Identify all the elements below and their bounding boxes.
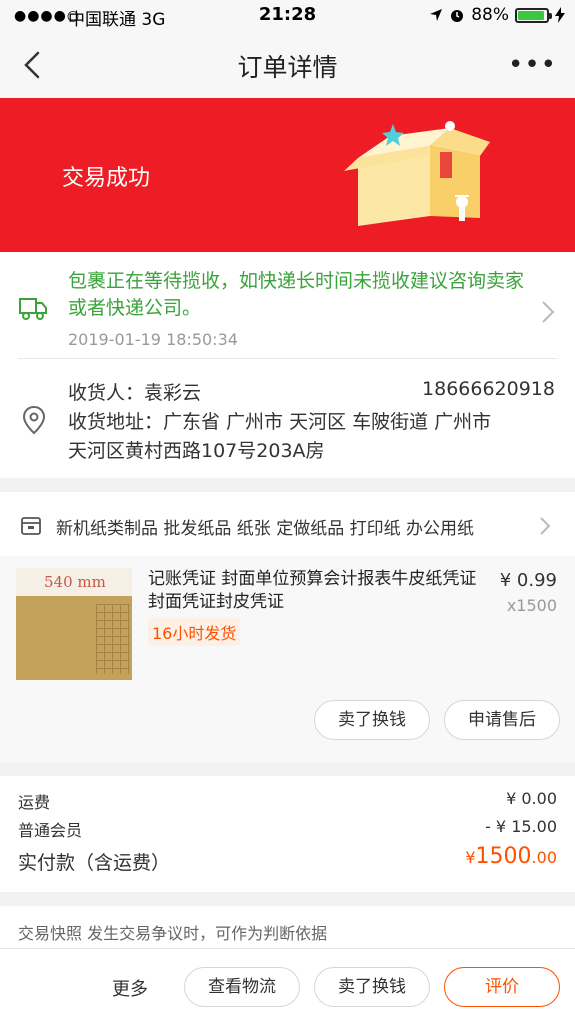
cost-summary: 运费 ¥ 0.00 普通会员 - ¥ 15.00 实付款（含运费） ¥1500.…: [0, 776, 575, 892]
rate-button[interactable]: 评价: [444, 967, 560, 1007]
status-bar: ●●●●○ 中国联通 3G 21:28 88%: [0, 0, 575, 32]
member-discount-value: - ¥ 15.00: [485, 817, 557, 836]
product-row[interactable]: 540 mm 记账凭证 封面单位预算会计报表牛皮纸凭证封面凭证封皮凭证 ¥ 0.…: [0, 556, 575, 762]
paid-amount-value: ¥1500.00: [465, 844, 557, 869]
chevron-right-icon: [542, 301, 555, 323]
thumbnail-size-text: 540 mm: [44, 573, 106, 591]
product-thumbnail[interactable]: 540 mm: [16, 568, 132, 680]
product-title: 记账凭证 封面单位预算会计报表牛皮纸凭证封面凭证封皮凭证: [148, 569, 477, 612]
divider: [18, 358, 557, 359]
address-line-1: 收货地址：广东省 广州市 天河区 车陂街道 广州市: [68, 411, 492, 433]
more-actions-button[interactable]: 更多: [112, 975, 148, 1001]
shop-icon: [21, 517, 41, 535]
sell-again-button[interactable]: 卖了换钱: [314, 967, 430, 1007]
address-line-2: 天河区黄村西路107号203A房: [68, 440, 325, 462]
battery-percent: 88%: [471, 5, 509, 25]
more-menu-button[interactable]: •••: [508, 50, 557, 80]
logistics-message: 包裹正在等待揽收，如快递长时间未揽收建议咨询卖家或者快递公司。: [68, 270, 525, 319]
shipping-fee-label: 运费: [18, 793, 51, 812]
view-logistics-button[interactable]: 查看物流: [184, 967, 300, 1007]
charging-icon: [555, 7, 565, 23]
order-status-banner: 交易成功: [0, 98, 575, 252]
paid-amount-label: 实付款（含运费）: [18, 852, 171, 874]
receiver-phone: 18666620918: [422, 378, 555, 400]
shipping-fee-value: ¥ 0.00: [506, 789, 557, 808]
product-price: ¥ 0.99: [499, 570, 557, 591]
shop-name-link[interactable]: 新机纸类制品 批发纸品 纸张 定做纸品 打印纸 办公用纸: [56, 514, 474, 539]
page-title: 订单详情: [237, 53, 338, 82]
thumbnail-grid: [96, 604, 130, 674]
paid-currency: ¥: [465, 848, 476, 867]
location-pin-icon: [22, 405, 46, 435]
location-arrow-icon: [430, 9, 443, 21]
chevron-right-icon: [540, 517, 551, 535]
paid-decimal: .00: [531, 848, 557, 867]
order-status-text: 交易成功: [62, 166, 151, 191]
receiver-name: 收货人：袁彩云: [68, 382, 202, 404]
paid-integer: 1500: [475, 844, 532, 869]
after-sale-button[interactable]: 申请售后: [444, 700, 560, 740]
member-discount-label: 普通会员: [18, 821, 83, 840]
open-box-illustration: [344, 121, 490, 226]
battery-icon: [515, 7, 552, 23]
trade-snapshot-text: 交易快照 发生交易争议时，可作为判断依据: [18, 924, 328, 943]
nav-bar: 订单详情 •••: [0, 32, 575, 99]
status-right: 88%: [429, 5, 565, 25]
sell-button[interactable]: 卖了换钱: [314, 700, 430, 740]
shipping-time-tag: 16小时发货: [148, 618, 241, 646]
order-item-card: 新机纸类制品 批发纸品 纸张 定做纸品 打印纸 办公用纸 540 mm 记账凭证…: [0, 492, 575, 762]
logistics-address-card: 包裹正在等待揽收，如快递长时间未揽收建议咨询卖家或者快递公司。 2019-01-…: [0, 252, 575, 478]
truck-icon: [19, 298, 47, 320]
alarm-icon: [451, 10, 464, 22]
bottom-action-bar: 更多 查看物流 卖了换钱 评价: [0, 948, 575, 1025]
logistics-time: 2019-01-19 18:50:34: [68, 330, 238, 349]
product-quantity: x1500: [506, 596, 557, 615]
